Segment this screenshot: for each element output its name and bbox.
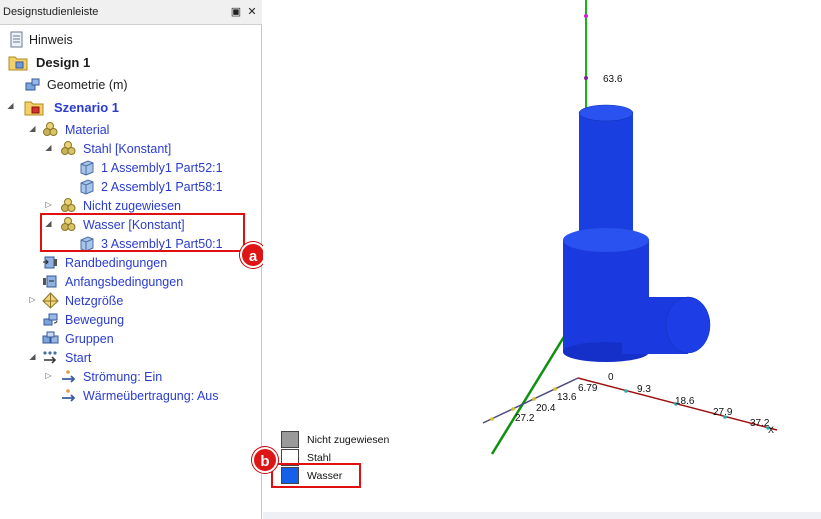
tree-label-part2: 2 Assembly1 Part58:1 (101, 180, 223, 194)
tree-item-hinweis[interactable]: Hinweis (0, 30, 260, 49)
flow-icon (62, 370, 76, 383)
origin-label: 0 (608, 372, 614, 383)
design-folder-icon (8, 56, 28, 71)
tree-item-netzgroesse[interactable]: ▷ Netzgröße (0, 291, 260, 310)
legend-label: Nicht zugewiesen (307, 434, 390, 446)
x-tick-label: 37.2 (750, 418, 770, 429)
x-axis-name-label: X (768, 425, 774, 435)
tree-item-stroemung[interactable]: ▷ Strömung: Ein (0, 367, 260, 386)
pin-icon[interactable]: ▣ (229, 5, 243, 19)
collapsed-toggle-icon[interactable]: ▷ (28, 295, 37, 304)
callout-badge-b: b (252, 447, 278, 473)
legend-swatch-nicht-zugewiesen (281, 431, 299, 448)
panel-header: Designstudienleiste ▣ ✕ (0, 0, 262, 25)
z-tick-label: 20.4 (536, 403, 556, 414)
tree-item-gruppen[interactable]: Gruppen (0, 329, 260, 348)
mesh-icon (42, 292, 59, 309)
geometry-icon (25, 78, 40, 91)
callout-box-a (40, 213, 245, 252)
tree-item-anfangsbedingungen[interactable]: Anfangsbedingungen (0, 272, 260, 291)
collapsed-toggle-icon[interactable]: ▷ (44, 200, 53, 209)
y-axis-max-label: 63.6 (603, 74, 623, 85)
scenario-folder-icon (24, 101, 44, 116)
groups-icon (42, 331, 59, 344)
expand-toggle-icon[interactable]: ◢ (44, 143, 53, 152)
initial-condition-icon (43, 275, 57, 288)
close-icon[interactable]: ✕ (245, 5, 259, 19)
tree-label-stahl: Stahl [Konstant] (83, 142, 172, 156)
note-icon (10, 31, 23, 48)
run-icon (43, 351, 57, 364)
tree-item-part2[interactable]: 2 Assembly1 Part58:1 (0, 177, 260, 196)
tree-label-randbedingungen: Randbedingungen (65, 256, 168, 270)
tree-item-geometrie[interactable]: Geometrie (m) (0, 75, 260, 94)
tree-label-waermeuebertragung: Wärmeübertragung: Aus (83, 389, 219, 403)
material-icon (61, 198, 76, 212)
motion-icon (43, 313, 58, 326)
heat-transfer-icon (62, 389, 76, 402)
tree-item-design[interactable]: Design 1 (0, 52, 260, 71)
tree-label-design: Design 1 (36, 55, 91, 70)
tree-label-geometrie: Geometrie (m) (47, 78, 128, 92)
tree-label-material: Material (65, 123, 110, 137)
collapsed-toggle-icon[interactable]: ▷ (44, 371, 53, 380)
expand-toggle-icon[interactable]: ◢ (6, 101, 15, 110)
tree-label-part1: 1 Assembly1 Part52:1 (101, 161, 223, 175)
tree-label-anfangsbedingungen: Anfangsbedingungen (65, 275, 184, 289)
tree-item-randbedingungen[interactable]: Randbedingungen (0, 253, 260, 272)
part-icon (80, 160, 94, 176)
tree-item-part1[interactable]: 1 Assembly1 Part52:1 (0, 158, 260, 177)
tree-item-waermeuebertragung[interactable]: Wärmeübertragung: Aus (0, 386, 260, 405)
boundary-condition-icon (43, 256, 57, 269)
tree-label-start: Start (65, 351, 92, 365)
tree-item-bewegung[interactable]: Bewegung (0, 310, 260, 329)
tree-label-nicht-zugewiesen: Nicht zugewiesen (83, 199, 181, 213)
part-icon (80, 179, 94, 195)
x-tick-label: 27.9 (713, 407, 733, 418)
panel-title: Designstudienleiste (3, 6, 99, 18)
tree-label-szenario: Szenario 1 (54, 100, 120, 115)
tree-label-gruppen: Gruppen (65, 332, 114, 346)
tree-item-material[interactable]: ◢ Material (0, 120, 260, 139)
tree-label-bewegung: Bewegung (65, 313, 125, 327)
callout-box-b (271, 463, 361, 488)
material-icon (61, 141, 76, 155)
tree-item-szenario[interactable]: ◢ Szenario 1 (0, 97, 260, 116)
tree-label-hinweis: Hinweis (29, 33, 73, 47)
tree-item-stahl[interactable]: ◢ Stahl [Konstant] (0, 139, 260, 158)
expand-toggle-icon[interactable]: ◢ (28, 352, 37, 361)
x-tick-label: 18.6 (675, 396, 695, 407)
x-tick-label: 9.3 (637, 384, 651, 395)
tree-item-start[interactable]: ◢ Start (0, 348, 260, 367)
tree-label-netzgroesse: Netzgröße (65, 294, 124, 308)
model-viewport[interactable]: 63.6 0 6.79 13.6 20.4 27.2 9.3 18.6 27.9… (252, 0, 821, 519)
tree-label-stroemung: Strömung: Ein (83, 370, 163, 384)
z-tick-label: 27.2 (515, 413, 535, 424)
material-icon (43, 122, 58, 136)
design-study-panel: Designstudienleiste ▣ ✕ Hinweis Design 1… (0, 0, 266, 519)
expand-toggle-icon[interactable]: ◢ (28, 124, 37, 133)
z-tick-label: 6.79 (578, 383, 598, 394)
z-tick-label: 13.6 (557, 392, 577, 403)
